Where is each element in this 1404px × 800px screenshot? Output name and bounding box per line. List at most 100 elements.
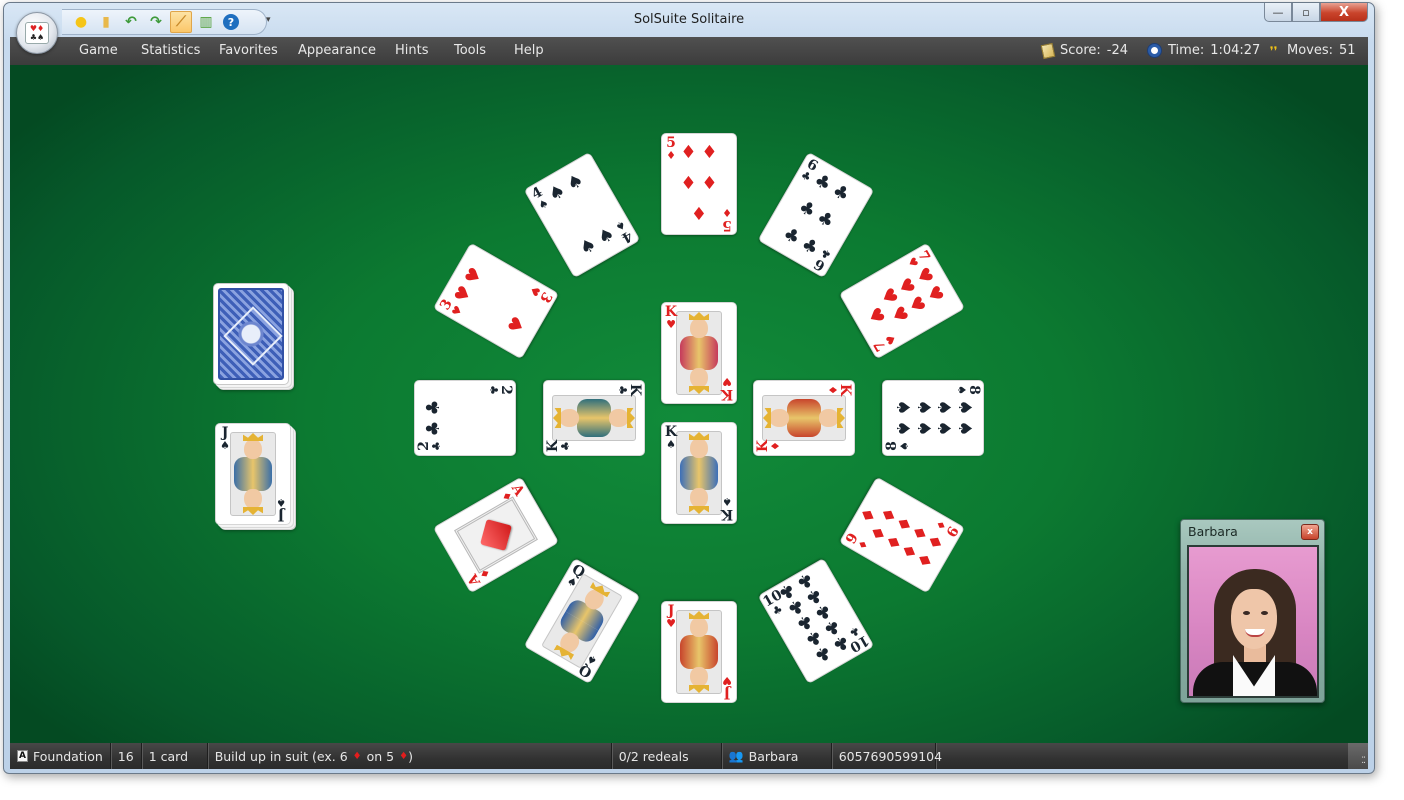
title-bar: ♥♦ ♣♠ ● ▮ ↶ ↷ ⟋ ▥? ▾ SolSuite Solitaire — ▫ X bbox=[4, 3, 1374, 54]
menu-tools[interactable]: Tools bbox=[454, 43, 486, 58]
window-title: SolSuite Solitaire bbox=[633, 12, 745, 27]
rule-prefix: Build up in suit (ex. 6 bbox=[214, 748, 348, 764]
foundation-card-a[interactable]: A ♦ A ♦ bbox=[433, 476, 560, 594]
foundation-card-7[interactable]: ♥ ♥ ♥ ♥ ♥ ♥ ♥ 7 ♥ 7 ♥ bbox=[838, 242, 965, 360]
player-window-title: Barbara bbox=[1188, 524, 1238, 539]
status-player: 👥 Barbara bbox=[722, 743, 832, 769]
face-card-art bbox=[676, 431, 722, 515]
player-avatar bbox=[1187, 545, 1319, 698]
status-pile-name: Foundation bbox=[33, 748, 103, 764]
app-logo-icon: ♥♦ ♣♠ bbox=[25, 22, 49, 44]
card-index: 8 ♠ bbox=[955, 385, 982, 395]
card-index: K ♣ bbox=[545, 439, 572, 453]
face-card-art bbox=[676, 610, 722, 694]
menu-help[interactable]: Help bbox=[514, 43, 544, 58]
menu-hints[interactable]: Hints bbox=[395, 43, 429, 58]
score-display: Score: -24 bbox=[1040, 42, 1129, 59]
card-pips: ♠ ♠ ♠ ♠ bbox=[544, 169, 619, 261]
menu-bar: Game Statistics Favorites Appearance Hin… bbox=[10, 37, 1368, 65]
app-menu-button[interactable]: ♥♦ ♣♠ bbox=[16, 12, 58, 54]
card-index: J ♠ bbox=[276, 496, 286, 523]
status-pile: A Foundation bbox=[10, 743, 111, 769]
status-move-unit: 1 card bbox=[142, 743, 208, 769]
waste-pile[interactable]: J ♠ J ♠ bbox=[215, 423, 291, 525]
card-index: K ♦ bbox=[755, 439, 782, 453]
card-index: K ♥ bbox=[720, 375, 734, 402]
foundation-card-2[interactable]: ♣ ♣ 2 ♣ 2 ♣ bbox=[414, 380, 516, 456]
score-pad-icon bbox=[1040, 42, 1056, 59]
foundation-card-3[interactable]: ♥ ♥ ♥ 3 ♥ 3 ♥ bbox=[433, 242, 560, 360]
status-pile-count: 16 bbox=[111, 743, 142, 769]
player-window[interactable]: Barbara x bbox=[1180, 519, 1325, 703]
rule-suffix: ) bbox=[408, 748, 413, 764]
diamond-icon: ♦ bbox=[399, 750, 409, 762]
moves-value: 51 bbox=[1339, 43, 1356, 58]
card-pips: ♣ ♣ ♣ ♣ ♣ ♣ bbox=[779, 169, 854, 261]
moves-label: Moves: bbox=[1287, 43, 1334, 58]
footsteps-icon: ❜❜ bbox=[1269, 43, 1278, 58]
foundation-card-9[interactable]: ♦ ♦ ♦ ♦ ♦ ♦ ♦ ♦ ♦ 9 ♦ 9 ♦ bbox=[838, 476, 965, 594]
status-bar: A Foundation 16 1 card Build up in suit … bbox=[10, 743, 1368, 769]
card-pips: ♠ ♠ ♠ ♠ ♠ ♠ ♠ ♠ bbox=[892, 399, 975, 437]
status-player-name: Barbara bbox=[748, 748, 799, 764]
status-rule: Build up in suit (ex. 6 ♦ on 5 ♦ ) bbox=[208, 743, 612, 769]
card-pips: ♦ ♦ ♦ ♦ ♦ ♦ ♦ ♦ ♦ bbox=[853, 502, 948, 573]
window-controls: — ▫ X bbox=[1264, 3, 1368, 22]
time-display: Time: 1:04:27 bbox=[1147, 43, 1260, 58]
rule-mid: on 5 bbox=[366, 748, 395, 764]
card-index: J ♥ bbox=[666, 603, 676, 630]
king-card[interactable]: K ♥ K ♥ bbox=[661, 302, 737, 404]
king-card[interactable]: K ♦ K ♦ bbox=[753, 380, 855, 456]
stock-pile[interactable] bbox=[213, 283, 289, 385]
menu-appearance[interactable]: Appearance bbox=[298, 43, 376, 58]
card-index: 5 ♦ bbox=[722, 206, 732, 233]
card-index: 5 ♦ bbox=[666, 135, 676, 162]
time-value: 1:04:27 bbox=[1210, 43, 1261, 58]
player-window-close-button[interactable]: x bbox=[1301, 524, 1319, 540]
king-card[interactable]: K ♠ K ♠ bbox=[661, 422, 737, 524]
foundation-card-10[interactable]: ♣ ♣ ♣ ♣ ♣ ♣ ♣ ♣ ♣ ♣ 10 ♣ 10 ♣ bbox=[757, 557, 875, 684]
card-pips: ♥ ♥ ♥ bbox=[450, 263, 531, 338]
face-card-art bbox=[676, 311, 722, 395]
card-index: K ♥ bbox=[664, 304, 678, 331]
face-card-art bbox=[552, 395, 636, 441]
foundation-card-q[interactable]: Q ♠ Q ♠ bbox=[523, 557, 641, 684]
card-index: K ♣ bbox=[616, 383, 643, 397]
menu-game[interactable]: Game bbox=[79, 43, 118, 58]
king-card[interactable]: K ♣ K ♣ bbox=[543, 380, 645, 456]
foundation-card-4[interactable]: ♠ ♠ ♠ ♠ 4 ♠ 4 ♠ bbox=[523, 152, 641, 279]
foundation-card-j[interactable]: J ♥ J ♥ bbox=[661, 601, 737, 703]
players-icon: 👥 bbox=[728, 749, 744, 763]
menu-favorites[interactable]: Favorites bbox=[219, 43, 278, 58]
score-value: -24 bbox=[1106, 43, 1129, 58]
score-label: Score: bbox=[1060, 43, 1101, 58]
card-index: K ♠ bbox=[664, 424, 678, 451]
card-index: J ♠ bbox=[220, 425, 230, 452]
card-index: A ♦ bbox=[465, 565, 494, 589]
close-button[interactable]: X bbox=[1320, 3, 1368, 22]
card-pips: ♦ ♦ ♦ ♦ ♦ bbox=[680, 142, 718, 225]
card-pips: ♣ ♣ ♣ ♣ ♣ ♣ ♣ ♣ ♣ ♣ bbox=[774, 567, 854, 667]
card-pips: ♥ ♥ ♥ ♥ ♥ ♥ ♥ bbox=[862, 263, 948, 329]
maximize-button[interactable]: ▫ bbox=[1292, 3, 1320, 22]
app-window: ♥♦ ♣♠ ● ▮ ↶ ↷ ⟋ ▥? ▾ SolSuite Solitaire — ▫ X … bbox=[3, 2, 1375, 774]
resize-grip[interactable]: ⁚⁚ bbox=[1348, 743, 1368, 769]
foundation-card-6[interactable]: ♣ ♣ ♣ ♣ ♣ ♣ 6 ♣ 6 ♣ bbox=[757, 152, 875, 279]
face-card-art bbox=[541, 572, 623, 669]
time-label: Time: bbox=[1168, 43, 1205, 58]
card-index: 8 ♠ bbox=[884, 441, 911, 451]
game-table[interactable]: J ♠ J ♠ Barbara x ♦ ♦ ♦ ♦ ♦ 5 ♦ 5 ♦ ♣ ♣ ♣ ♣ ♣ ♣ 6 ♣ 6 ♣ ♥ ♥ ♥ ♥ ♥ ♥… bbox=[10, 65, 1368, 743]
ace-ornament bbox=[454, 496, 539, 574]
diamond-icon: ♦ bbox=[352, 750, 362, 762]
face-card-art bbox=[762, 395, 846, 441]
card-index: 2 ♣ bbox=[487, 385, 514, 395]
card-index: K ♦ bbox=[826, 383, 853, 397]
foundation-card-5[interactable]: ♦ ♦ ♦ ♦ ♦ 5 ♦ 5 ♦ bbox=[661, 133, 737, 235]
card-back-pattern bbox=[218, 288, 284, 380]
menu-statistics[interactable]: Statistics bbox=[141, 43, 200, 58]
minimize-button[interactable]: — bbox=[1264, 3, 1292, 22]
face-card-art bbox=[230, 432, 276, 516]
foundation-card-8[interactable]: ♠ ♠ ♠ ♠ ♠ ♠ ♠ ♠ 8 ♠ 8 ♠ bbox=[882, 380, 984, 456]
moves-display: ❜❜ Moves: 51 bbox=[1266, 43, 1356, 58]
card-index: J ♥ bbox=[722, 674, 732, 701]
